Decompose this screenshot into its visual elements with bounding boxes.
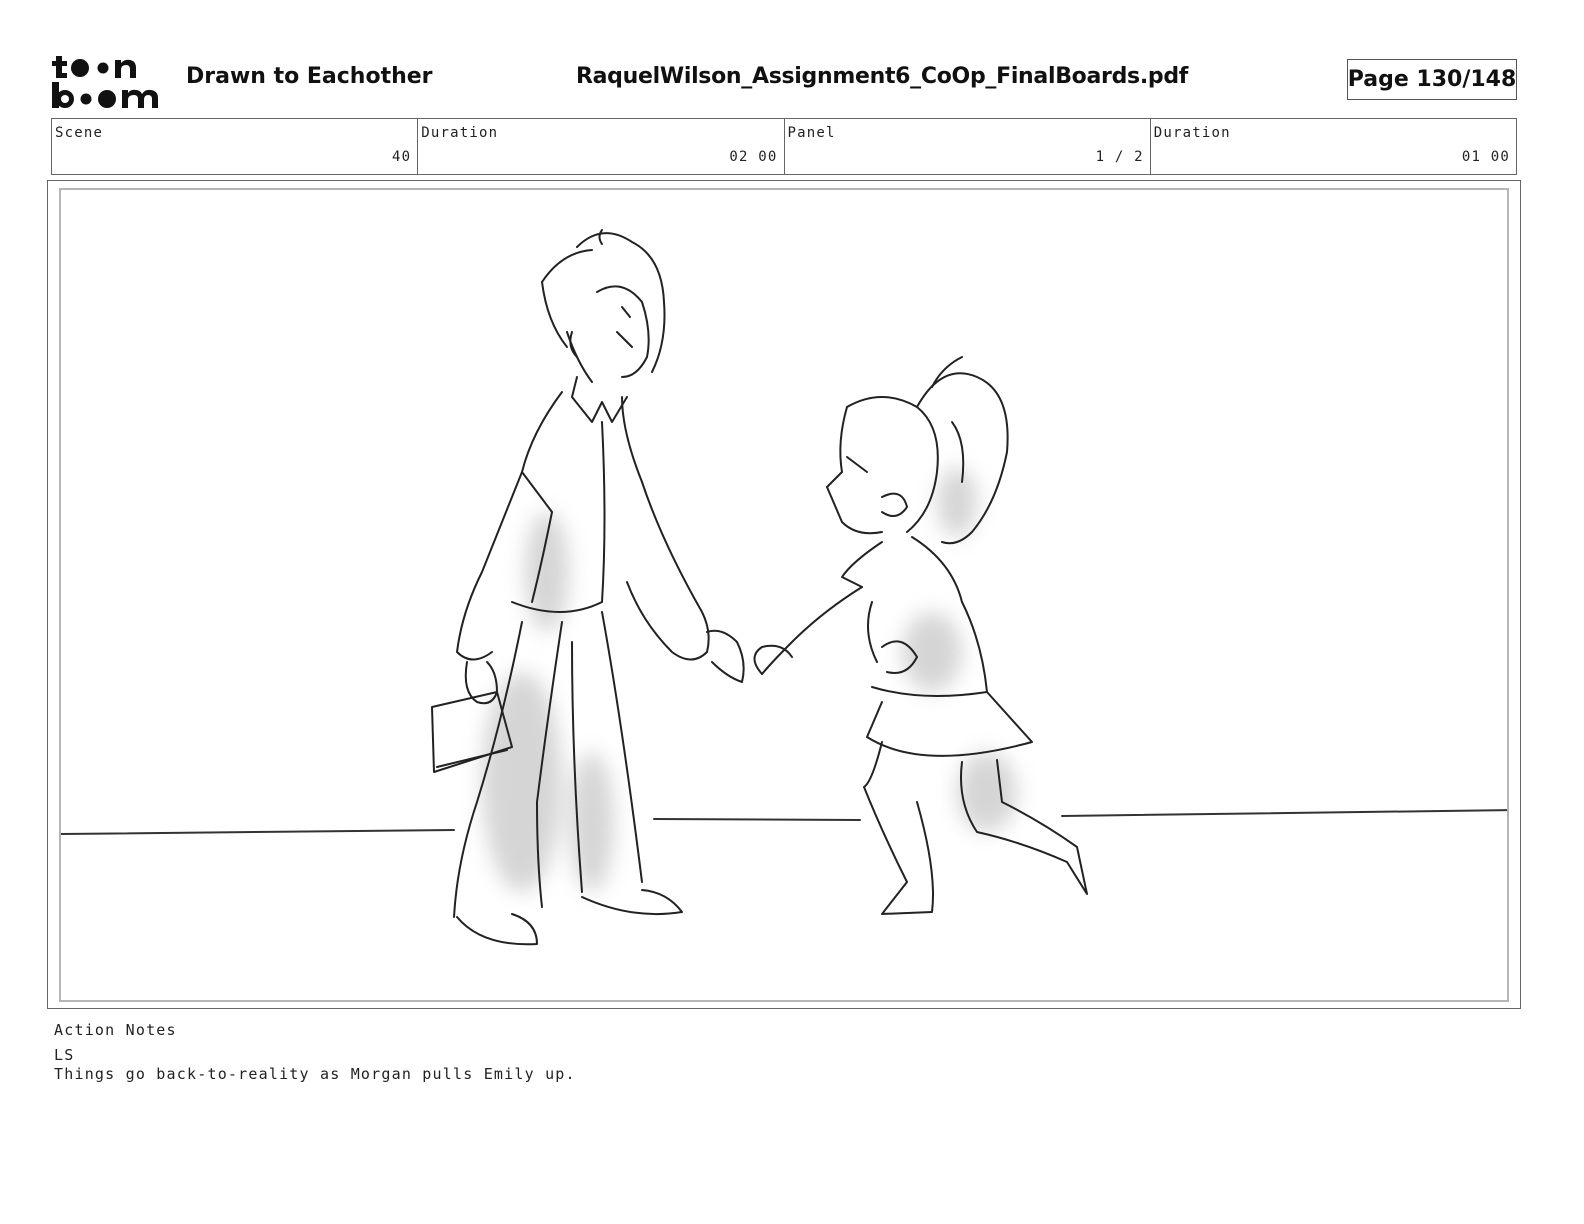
panel-label: Panel (787, 125, 836, 141)
scene-value: 40 (391, 149, 412, 165)
page-number: Page 130/148 (1347, 59, 1517, 100)
scene-cell: Scene 40 (52, 119, 419, 174)
scene-duration-cell: Duration 02 00 (418, 119, 785, 174)
file-name: RaquelWilson_Assignment6_CoOp_FinalBoard… (576, 64, 1189, 89)
action-notes-label: Action Notes (54, 1021, 177, 1039)
storyboard-panel (59, 188, 1509, 1002)
toonboom-logo (52, 52, 162, 112)
scene-info-table: Scene 40 Duration 02 00 Panel 1 / 2 Dura… (51, 118, 1517, 175)
action-notes-shot: LS (54, 1046, 75, 1064)
storyboard-sketch (61, 229, 1507, 946)
scene-duration-value: 02 00 (729, 149, 778, 165)
scene-duration-label: Duration (421, 125, 499, 141)
panel-value: 1 / 2 (1095, 149, 1144, 165)
panel-duration-cell: Duration 01 00 (1151, 119, 1516, 174)
panel-cell: Panel 1 / 2 (785, 119, 1151, 174)
panel-duration-value: 01 00 (1461, 149, 1510, 165)
action-notes-text: Things go back-to-reality as Morgan pull… (54, 1065, 576, 1083)
scene-label: Scene (55, 125, 104, 141)
panel-duration-label: Duration (1153, 125, 1231, 141)
project-title: Drawn to Eachother (186, 64, 433, 89)
